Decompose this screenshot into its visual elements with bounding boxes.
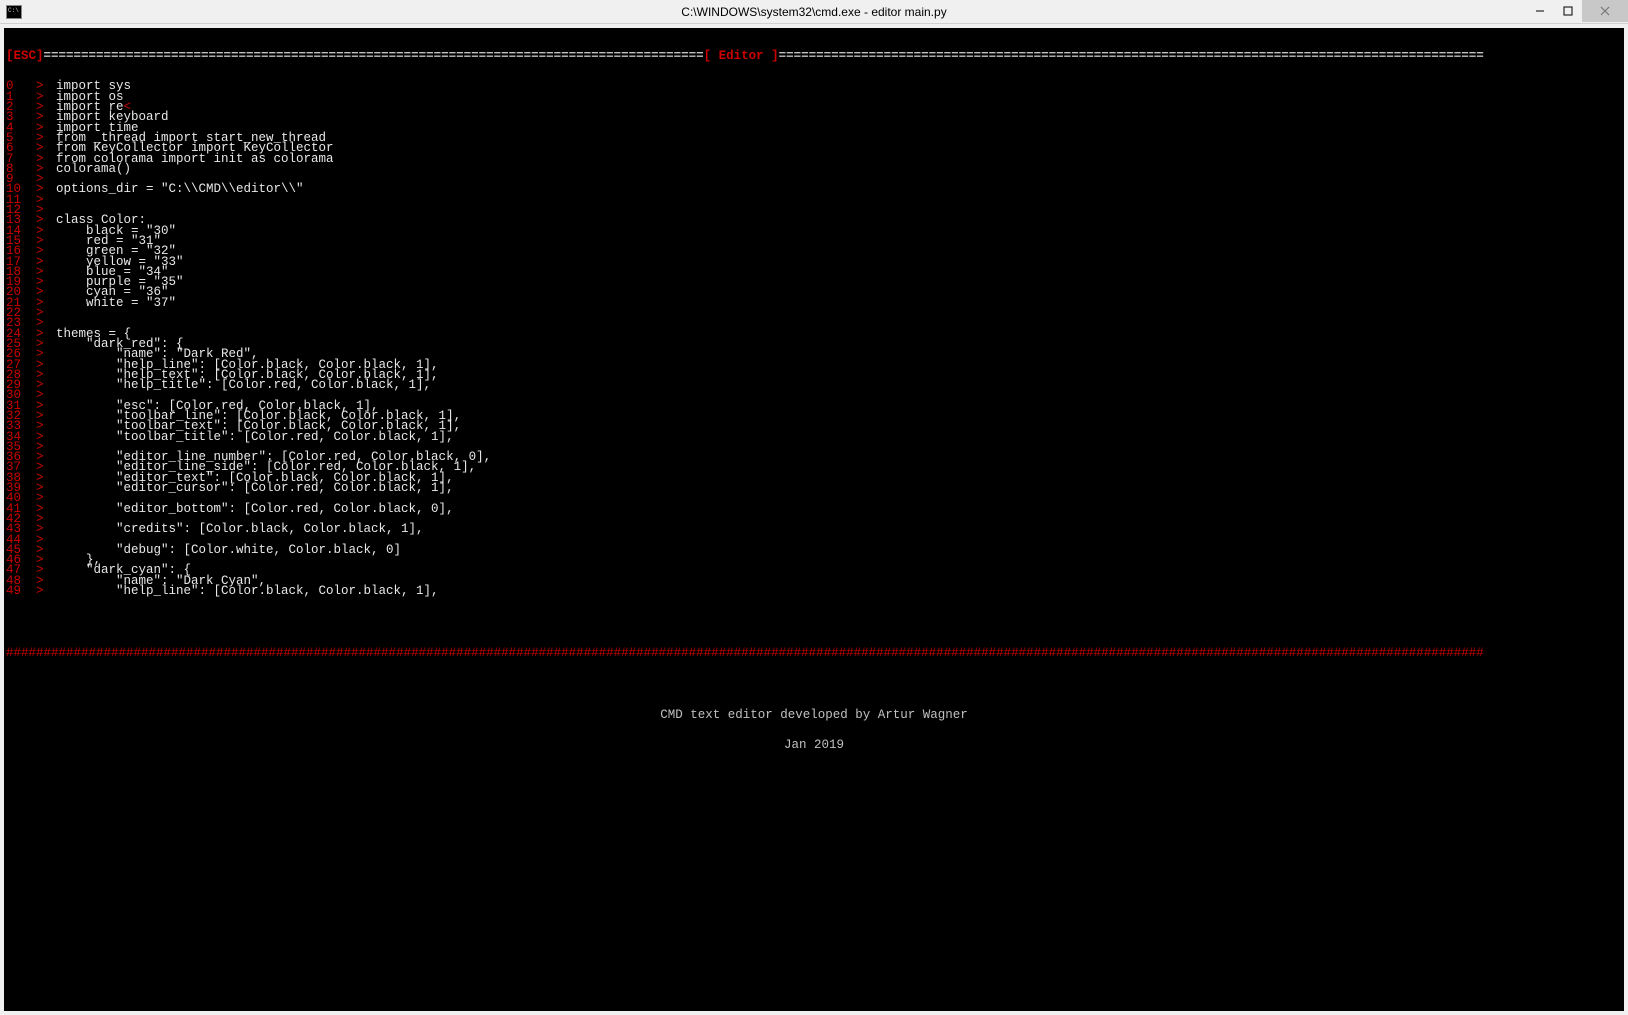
line-text: cyan = "36" [56,287,1622,297]
minimize-button[interactable] [1526,0,1554,22]
line-text: blue = "34" [56,267,1622,277]
line-text: "editor_cursor": [Color.red, Color.black… [56,483,1622,493]
line-text: themes = { [56,329,1622,339]
line-text: "credits": [Color.black, Color.black, 1]… [56,524,1622,534]
line-text: class Color: [56,215,1622,225]
line-text: black = "30" [56,226,1622,236]
minimize-icon [1535,6,1545,16]
toolbar-fill-right: ========================================… [779,49,1484,63]
code-line[interactable]: 49> "help_line": [Color.black, Color.bla… [6,586,1622,596]
empty-gap [6,679,1622,689]
code-line[interactable]: 7>from colorama import init as colorama [6,154,1622,164]
line-text [56,205,1622,215]
code-line[interactable]: 3>import keyboard [6,112,1622,122]
code-line[interactable]: 23> [6,318,1622,328]
toolbar-fill-left: ========================================… [44,49,704,63]
credits-line-1: CMD text editor developed by Artur Wagne… [6,710,1622,720]
code-line[interactable]: 29> "help_title": [Color.red, Color.blac… [6,380,1622,390]
code-line[interactable]: 43> "credits": [Color.black, Color.black… [6,524,1622,534]
window-frame: C:\WINDOWS\system32\cmd.exe - editor mai… [0,0,1628,1015]
line-text: options_dir = "C:\\CMD\\editor\\" [56,184,1622,194]
line-text: import os [56,92,1622,102]
code-line[interactable]: 18> blue = "34" [6,267,1622,277]
line-text: yellow = "33" [56,257,1622,267]
maximize-button[interactable] [1554,0,1582,22]
line-text [56,308,1622,318]
line-text: "help_line": [Color.black, Color.black, … [56,586,1622,596]
code-line[interactable]: 10>options_dir = "C:\\CMD\\editor\\" [6,184,1622,194]
line-text: "help_title": [Color.red, Color.black, 1… [56,380,1622,390]
line-text: import sys [56,81,1622,91]
code-line[interactable]: 13>class Color: [6,215,1622,225]
code-line[interactable]: 14> black = "30" [6,226,1622,236]
editor-bottom-divider: ########################################… [6,648,1622,658]
window-title: C:\WINDOWS\system32\cmd.exe - editor mai… [681,5,946,19]
code-line[interactable]: 39> "editor_cursor": [Color.red, Color.b… [6,483,1622,493]
line-text: purple = "35" [56,277,1622,287]
line-text: red = "31" [56,236,1622,246]
line-number: 49 [6,586,28,596]
line-text: "editor_bottom": [Color.red, Color.black… [56,504,1622,514]
close-icon [1600,6,1610,16]
line-text: "dark_red": { [56,339,1622,349]
esc-label: [ESC] [6,49,44,63]
code-line[interactable]: 15> red = "31" [6,236,1622,246]
line-text: import keyboard [56,112,1622,122]
code-line[interactable]: 17> yellow = "33" [6,257,1622,267]
line-gutter: > [28,586,56,596]
line-text: "dark_cyan": { [56,565,1622,575]
maximize-icon [1563,6,1573,16]
window-controls [1526,0,1628,22]
line-text: }, [56,555,1622,565]
code-area[interactable]: 0>import sys1>import os2>import re<3>imp… [6,81,1622,596]
code-line[interactable]: 11> [6,195,1622,205]
line-text: colorama() [56,164,1622,174]
empty-gap [6,617,1622,627]
toolbar-title: [ Editor ] [704,49,779,63]
code-line[interactable]: 21> white = "37" [6,298,1622,308]
editor-toolbar: [ESC]===================================… [6,51,1622,61]
code-line[interactable]: 24>themes = { [6,329,1622,339]
terminal[interactable]: [ESC]===================================… [4,28,1624,1011]
code-line[interactable]: 34> "toolbar_title": [Color.red, Color.b… [6,432,1622,442]
app-icon [6,5,22,19]
code-line[interactable]: 8>colorama() [6,164,1622,174]
code-line[interactable]: 16> green = "32" [6,246,1622,256]
code-line[interactable]: 41> "editor_bottom": [Color.red, Color.b… [6,504,1622,514]
line-text: from colorama import init as colorama [56,154,1622,164]
close-button[interactable] [1582,0,1628,22]
line-text [56,195,1622,205]
code-line[interactable]: 46> }, [6,555,1622,565]
line-text: green = "32" [56,246,1622,256]
line-text: "toolbar_title": [Color.red, Color.black… [56,432,1622,442]
code-line[interactable]: 2>import re< [6,102,1622,112]
code-line[interactable]: 12> [6,205,1622,215]
line-text: "debug": [Color.white, Color.black, 0] [56,545,1622,555]
line-text: white = "37" [56,298,1622,308]
code-line[interactable]: 1>import os [6,92,1622,102]
code-line[interactable]: 20> cyan = "36" [6,287,1622,297]
code-line[interactable]: 19> purple = "35" [6,277,1622,287]
code-line[interactable]: 45> "debug": [Color.white, Color.black, … [6,545,1622,555]
line-text: import re< [56,102,1622,112]
titlebar[interactable]: C:\WINDOWS\system32\cmd.exe - editor mai… [0,0,1628,24]
code-line[interactable]: 22> [6,308,1622,318]
code-line[interactable]: 0>import sys [6,81,1622,91]
line-text [56,318,1622,328]
credits-line-2: Jan 2019 [6,740,1622,750]
